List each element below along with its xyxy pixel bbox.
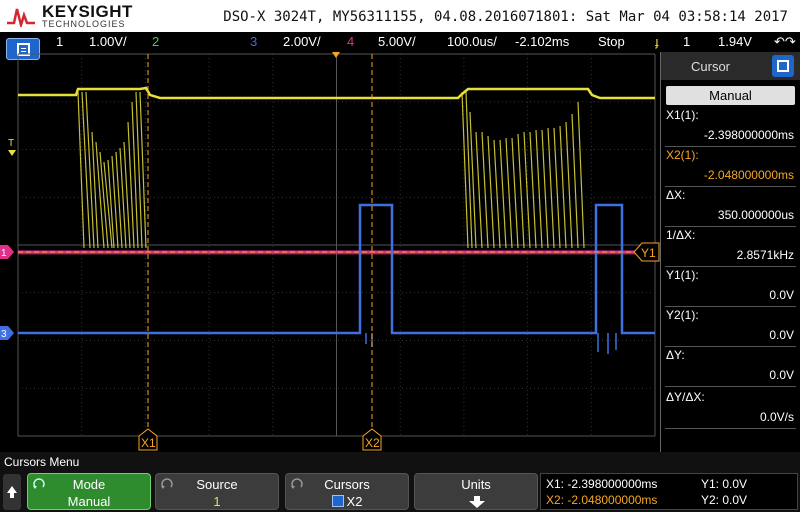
ch3-scale[interactable]: 2.00V/: [283, 34, 321, 49]
y2-label: Y2(1):: [666, 308, 699, 322]
units-softkey[interactable]: Units: [414, 473, 538, 510]
x1-value: -2.398000000ms: [703, 128, 794, 142]
x1-cursor-tag[interactable]: X1: [138, 428, 158, 451]
readout-y2: Y2: 0.0V: [701, 493, 748, 507]
ch1-number[interactable]: 1: [56, 34, 63, 49]
menu-title: Cursors Menu: [4, 455, 80, 469]
trigger-level-marker[interactable]: T: [8, 138, 16, 156]
divider: [665, 346, 796, 347]
divider: [665, 186, 796, 187]
y1-value: 0.0V: [769, 288, 794, 302]
inv-delta-x-value: 2.8571kHz: [736, 248, 794, 262]
ch3-number[interactable]: 3: [250, 34, 257, 49]
ch3-ground-marker[interactable]: 3: [0, 326, 14, 340]
title-bar: KEYSIGHT TECHNOLOGIES DSO-X 3024T, MY563…: [0, 0, 800, 32]
source-softkey[interactable]: Source 1: [155, 473, 279, 510]
cursor-readout: X1: -2.398000000ms X2: -2.048000000ms Y1…: [540, 473, 798, 510]
timebase[interactable]: 100.0us/: [447, 34, 497, 49]
trigger-edge-icon: ɟ: [655, 34, 659, 49]
cursors-label: Cursors: [324, 477, 370, 492]
mode-label: Mode: [72, 477, 106, 492]
delta-x-label: ΔX:: [666, 188, 686, 202]
menu-icon[interactable]: [772, 55, 794, 77]
ch1-scale[interactable]: 1.00V/: [89, 34, 127, 49]
delta-x-value: 350.000000us: [717, 208, 794, 222]
ch4-number[interactable]: 4: [347, 34, 354, 49]
divider: [665, 146, 796, 147]
cursor-mode-badge[interactable]: Manual: [666, 86, 795, 105]
time-delay[interactable]: -2.102ms: [515, 34, 569, 49]
waveform-display[interactable]: X1 X2 Y1 1 3 T: [0, 52, 660, 452]
dydx-value: 0.0V/s: [759, 410, 794, 424]
cursors-softkey[interactable]: Cursors X2: [285, 473, 409, 510]
source-label: Source: [196, 477, 238, 492]
readout-y1: Y1: 0.0V: [701, 477, 748, 491]
back-button[interactable]: [3, 474, 21, 510]
inv-delta-x-label: 1/ΔX:: [666, 228, 696, 242]
x1-label: X1(1):: [666, 108, 699, 122]
x2-tag-label: X2: [365, 436, 380, 450]
y2-value: 0.0V: [769, 328, 794, 342]
cursor-panel-header: Cursor: [661, 52, 800, 80]
brand-subtitle: TECHNOLOGIES: [42, 19, 126, 29]
trigger-level-label: T: [8, 138, 14, 149]
status-bar: 1 1.00V/ 2 3 2.00V/ 4 5.00V/ 100.0us/ -2…: [0, 32, 800, 52]
selected-box-icon: [331, 495, 344, 507]
mode-softkey[interactable]: Mode Manual: [27, 473, 151, 510]
units-label: Units: [461, 477, 491, 492]
divider: [665, 266, 796, 267]
y1-tag-label: Y1: [641, 246, 656, 260]
x2-label: X2(1):: [666, 148, 699, 162]
mode-value: Manual: [67, 494, 111, 509]
divider: [665, 386, 796, 387]
trigger-level[interactable]: 1.94V: [718, 34, 752, 49]
readout-x1: X1: -2.398000000ms: [546, 477, 658, 491]
x2-value: -2.048000000ms: [703, 168, 794, 182]
instrument-title: DSO-X 3024T, MY56311155, 04.08.201607180…: [223, 9, 788, 25]
cursor-panel: Cursor Manual X1(1): -2.398000000ms X2(1…: [660, 52, 800, 452]
divider: [665, 428, 796, 429]
ch3-marker-label: 3: [1, 329, 7, 340]
divider: [665, 306, 796, 307]
divider: [665, 226, 796, 227]
y1-label: Y1(1):: [666, 268, 699, 282]
ch1-marker-label: 1: [1, 248, 7, 259]
source-value: 1: [213, 494, 221, 509]
x1-tag-label: X1: [141, 436, 156, 450]
y1-cursor-tag[interactable]: Y1: [633, 242, 660, 262]
run-state[interactable]: Stop: [598, 34, 625, 49]
delta-y-label: ΔY:: [666, 348, 685, 362]
cursor-panel-title: Cursor: [691, 59, 731, 74]
trigger-channel[interactable]: 1: [683, 34, 690, 49]
cursors-value: X2: [346, 494, 363, 509]
x2-cursor-tag[interactable]: X2: [362, 428, 382, 451]
trigger-position-marker: [332, 52, 340, 58]
ch1-ground-marker[interactable]: 1: [0, 245, 14, 259]
keysight-logo: KEYSIGHT TECHNOLOGIES: [6, 2, 136, 30]
submenu-arrow-icon: [469, 496, 485, 508]
zoom-undo-icon[interactable]: ↶↷: [774, 34, 796, 50]
readout-x2: X2: -2.048000000ms: [546, 493, 658, 507]
dydx-label: ΔY/ΔX:: [666, 390, 705, 404]
ch2-number[interactable]: 2: [152, 34, 159, 49]
ch4-scale[interactable]: 5.00V/: [378, 34, 416, 49]
keysight-wave-icon: [7, 8, 35, 27]
delta-y-value: 0.0V: [769, 368, 794, 382]
